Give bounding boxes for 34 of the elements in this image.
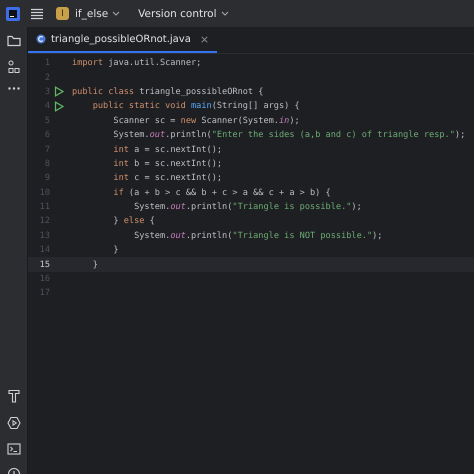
code-line: if (a + b > c && b + c > a && c + a > b) {	[112, 188, 331, 198]
terminal-icon[interactable]	[6, 443, 20, 455]
code-line: } else {	[112, 216, 155, 226]
class-icon	[36, 34, 46, 44]
code-line: int b = sc.nextInt();	[112, 158, 222, 169]
code-line: Scanner sc = new Scanner(System.in);	[112, 116, 300, 126]
hammer-icon[interactable]	[8, 389, 20, 403]
run-icon[interactable]	[54, 100, 64, 112]
folder-icon[interactable]	[6, 35, 20, 47]
code-line: }	[92, 260, 98, 270]
code-line: System.out.println("Enter the sides (a,b and c) of triangle resp.");	[112, 130, 466, 140]
code-line: import java.util.Scanner;	[72, 58, 202, 68]
code-line: int a = sc.nextInt();	[112, 144, 222, 155]
close-button[interactable]: ×	[200, 32, 210, 46]
tab-label: triangle_possibleORnot.java	[51, 34, 191, 44]
info-icon[interactable]	[6, 468, 20, 474]
menu-icon[interactable]	[30, 8, 44, 20]
code-line: System.out.println("Triangle is NOT possible.");	[133, 230, 382, 241]
version-control-menu[interactable]: Version control	[136, 8, 231, 20]
line-number: 15	[38, 260, 50, 270]
more-icon[interactable]	[8, 87, 20, 90]
services-icon[interactable]	[6, 416, 20, 430]
chevron-down-icon	[112, 11, 120, 16]
structure-icon[interactable]	[8, 60, 20, 74]
code-line: public class triangle_possibleORnot {	[72, 86, 264, 97]
code-line: }	[112, 245, 119, 256]
app-logo-icon[interactable]	[6, 6, 20, 20]
code-line: System.out.println("Triangle is possible.");	[133, 202, 362, 212]
run-icon[interactable]	[54, 86, 64, 98]
code-line: int c = sc.nextInt();	[112, 173, 222, 184]
chevron-down-icon	[220, 11, 229, 16]
file-tab[interactable]: triangle_possibleORnot.java ×	[28, 27, 218, 53]
code-line: public static void main(String[] args) {	[92, 101, 300, 112]
project-selector[interactable]: I if_else	[54, 7, 122, 20]
